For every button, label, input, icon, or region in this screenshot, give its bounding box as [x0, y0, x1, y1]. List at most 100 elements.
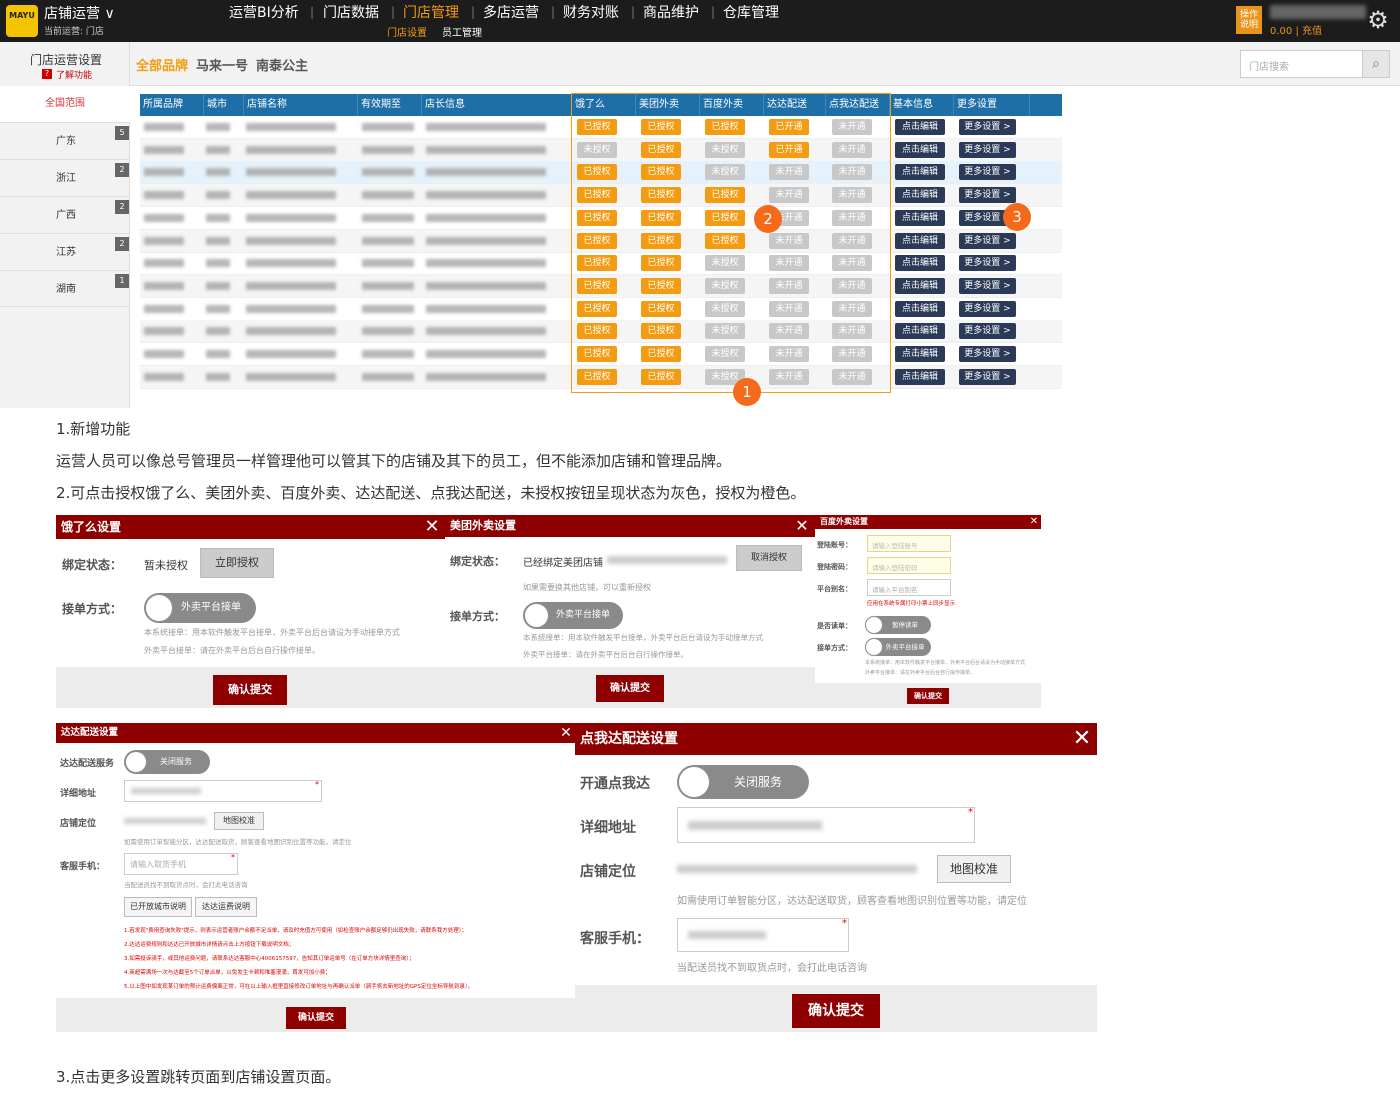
- order-mode-toggle[interactable]: 外卖平台接单: [523, 602, 623, 629]
- learn-features-link[interactable]: 了解功能: [56, 68, 92, 81]
- dada-fee-button[interactable]: 达达运费说明: [195, 897, 257, 917]
- nav-products[interactable]: 商品维护: [643, 2, 699, 22]
- edit-button[interactable]: 点击编辑: [895, 119, 945, 135]
- subnav-store-settings[interactable]: 门店设置: [387, 24, 427, 39]
- more-settings-button[interactable]: 更多设置 >: [959, 255, 1016, 272]
- order-mode-tip-2: 外卖平台接单：请在外卖平台后台自行操作接单。: [523, 650, 688, 659]
- account-label: 登陆账号：: [817, 541, 852, 549]
- toggle-knob: [126, 752, 146, 772]
- close-icon[interactable]: ✕: [1027, 515, 1041, 529]
- redacted-cell: [206, 350, 230, 358]
- open-dianwoda-toggle[interactable]: 关闭服务: [677, 765, 809, 799]
- nav-bi[interactable]: 运营BI分析: [229, 2, 299, 22]
- note-operator-desc: 运营人员可以像总号管理员一样管理他可以管其下的店铺及其下的员工，但不能添加店铺和…: [56, 452, 732, 470]
- more-settings-button[interactable]: 更多设置 >: [959, 300, 1016, 317]
- edit-button[interactable]: 点击编辑: [895, 346, 945, 362]
- more-settings-button[interactable]: 更多设置 >: [959, 141, 1016, 158]
- bind-status-label: 绑定状态：: [450, 555, 505, 568]
- redacted-cell: [426, 281, 546, 290]
- redacted-cell: [206, 327, 230, 336]
- redacted-cell: [144, 168, 184, 177]
- help-button[interactable]: 操作说明: [1236, 6, 1262, 34]
- edit-button[interactable]: 点击编辑: [895, 164, 945, 181]
- toggle-knob: [679, 767, 709, 797]
- search-icon[interactable]: ⌕: [1362, 50, 1390, 78]
- gear-icon[interactable]: ⚙: [1364, 6, 1392, 34]
- edit-button[interactable]: 点击编辑: [895, 187, 945, 204]
- cancel-auth-button[interactable]: 取消授权: [736, 545, 802, 571]
- edit-button[interactable]: 点击编辑: [895, 232, 945, 249]
- redacted-cell: [144, 281, 184, 290]
- edit-button[interactable]: 点击编辑: [895, 209, 945, 226]
- submit-button[interactable]: 确认提交: [792, 994, 880, 1028]
- edit-button[interactable]: 点击编辑: [895, 277, 945, 294]
- redacted-cell: [362, 236, 414, 245]
- close-icon[interactable]: ✕: [791, 515, 813, 537]
- map-calibrate-button[interactable]: 地图校准: [937, 855, 1011, 883]
- col-manager: 店长信息: [422, 94, 572, 116]
- phone-input[interactable]: 请输入取货手机 *: [124, 853, 238, 875]
- dada-note-5: 5.以上图中如发现某订单的预计运费偏离正常，可在以上输入框里直接修改订单地址与再…: [124, 984, 474, 990]
- close-icon[interactable]: ✕: [556, 723, 576, 743]
- more-settings-button[interactable]: 更多设置 >: [959, 232, 1016, 249]
- map-calibrate-button[interactable]: 地图校准: [214, 812, 264, 830]
- count-badge: 2: [115, 200, 129, 214]
- tab-all-brands[interactable]: 全部品牌: [136, 55, 188, 74]
- nav-store-data[interactable]: 门店数据: [323, 2, 379, 22]
- more-settings-button[interactable]: 更多设置 >: [959, 187, 1016, 204]
- more-settings-button[interactable]: 更多设置 >: [959, 164, 1016, 181]
- open-dianwoda-label: 开通点我达: [580, 776, 650, 792]
- submit-button[interactable]: 确认提交: [213, 675, 287, 705]
- store-ops-menu[interactable]: 店铺运营 ∨: [44, 3, 115, 23]
- current-operator: 当前运营: 门店: [44, 27, 104, 37]
- redacted-cell: [246, 372, 336, 381]
- subnav-staff[interactable]: 员工管理: [442, 24, 482, 39]
- redacted-cell: [246, 123, 336, 131]
- nav-finance[interactable]: 财务对账: [563, 2, 619, 22]
- edit-button[interactable]: 点击编辑: [895, 255, 945, 272]
- edit-button[interactable]: 点击编辑: [895, 323, 945, 340]
- sidebar-item-hunan[interactable]: 湖南: [0, 270, 130, 307]
- nav-multi-store[interactable]: 多店运营: [483, 2, 539, 22]
- close-icon[interactable]: ✕: [420, 515, 444, 539]
- app-title: 店铺运营: [44, 6, 100, 22]
- more-settings-button[interactable]: 更多设置 >: [959, 277, 1016, 294]
- sidebar-item-zhejiang[interactable]: 浙江: [0, 159, 130, 196]
- edit-button[interactable]: 点击编辑: [895, 368, 945, 385]
- nav-store-management[interactable]: 门店管理: [403, 2, 459, 22]
- order-mode-toggle[interactable]: 外卖平台接单: [144, 593, 256, 623]
- submit-button[interactable]: 确认提交: [907, 688, 949, 704]
- sidebar-item-guangxi[interactable]: 广西: [0, 196, 130, 233]
- close-icon[interactable]: ✕: [1067, 723, 1097, 755]
- more-settings-button[interactable]: 更多设置 >: [959, 368, 1016, 385]
- nav-warehouse[interactable]: 仓库管理: [723, 2, 779, 22]
- submit-button[interactable]: 确认提交: [596, 675, 664, 702]
- open-cities-button[interactable]: 已开放城市说明: [124, 897, 192, 917]
- order-mode-toggle[interactable]: 外卖平台接单: [865, 638, 931, 656]
- phone-input[interactable]: *: [677, 918, 849, 952]
- chevron-down-icon: ∨: [100, 6, 115, 22]
- alias-input[interactable]: 请输入平台别名: [867, 579, 951, 596]
- bind-status-value: 暂未授权: [144, 559, 188, 572]
- sidebar-item-jiangsu[interactable]: 江苏: [0, 233, 130, 270]
- more-settings-button[interactable]: 更多设置 >: [959, 323, 1016, 340]
- sidebar-item-all[interactable]: 全国范围: [0, 86, 130, 122]
- balance-recharge[interactable]: 0.00 | 充值: [1270, 22, 1322, 37]
- col-city: 城市: [204, 94, 244, 116]
- read-order-toggle[interactable]: 暂停读单: [865, 616, 931, 634]
- tab-brand-nantai[interactable]: 南泰公主: [256, 55, 308, 74]
- authorize-button[interactable]: 立即授权: [200, 548, 274, 578]
- submit-button[interactable]: 确认提交: [286, 1007, 346, 1029]
- address-input[interactable]: *: [124, 780, 322, 802]
- edit-button[interactable]: 点击编辑: [895, 300, 945, 317]
- password-input[interactable]: 请输入登陆密码: [867, 557, 951, 574]
- edit-button[interactable]: 点击编辑: [895, 141, 945, 158]
- sidebar-item-guangdong[interactable]: 广东: [0, 122, 130, 159]
- account-input[interactable]: 请输入登陆账号: [867, 535, 951, 552]
- dialog-title: 百度外卖设置: [815, 515, 1041, 529]
- more-settings-button[interactable]: 更多设置 >: [959, 119, 1016, 135]
- more-settings-button[interactable]: 更多设置 >: [959, 346, 1016, 362]
- tab-brand-malai[interactable]: 马来一号: [196, 55, 248, 74]
- dada-service-toggle[interactable]: 关闭服务: [124, 750, 210, 774]
- address-input[interactable]: *: [677, 807, 975, 843]
